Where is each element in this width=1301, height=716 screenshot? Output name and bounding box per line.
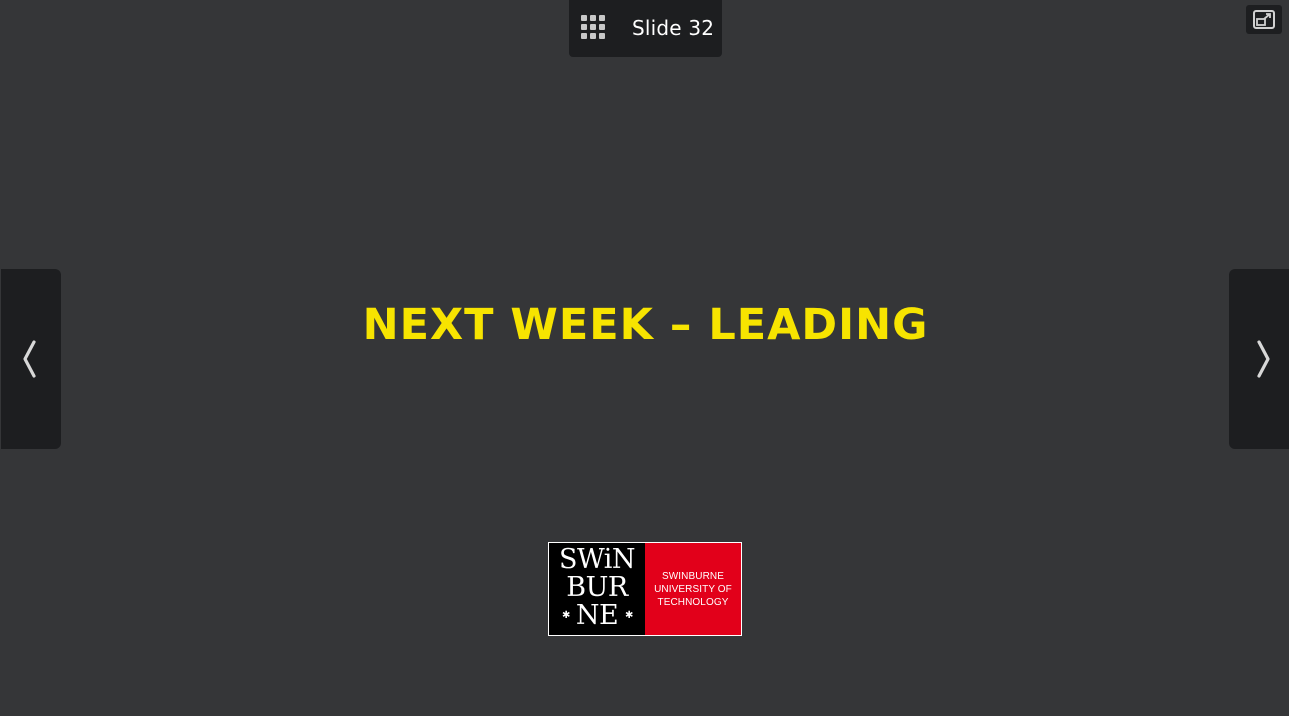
logo-wordmark: SWiN BUR NE ✱ ✱ — [549, 543, 645, 635]
previous-slide-button[interactable] — [1, 269, 61, 449]
right-edge — [1289, 0, 1301, 716]
popout-icon — [1253, 10, 1275, 29]
logo-text-line-1: SWINBURNE — [661, 570, 724, 582]
slide-number-label: Slide 32 — [632, 16, 715, 40]
logo-line-1: SWiN — [558, 544, 636, 575]
swinburne-logo: SWiN BUR NE ✱ ✱ SWINBURNE UNIVERSITY OF … — [548, 542, 742, 636]
logo-star-left-icon: ✱ — [562, 610, 571, 621]
slide-viewer: Slide 32 NEXT WEEK – LEADING SWiN BUR NE… — [0, 0, 1289, 716]
logo-text-line-2: UNIVERSITY OF — [654, 583, 732, 595]
next-slide-button[interactable] — [1229, 269, 1289, 449]
slide-navigator-button[interactable]: Slide 32 — [569, 0, 722, 57]
logo-line-2: BUR — [566, 572, 628, 603]
grid-icon — [581, 15, 605, 39]
slide-title: NEXT WEEK – LEADING — [362, 300, 929, 350]
logo-star-right-icon: ✱ — [625, 610, 634, 621]
popout-button[interactable] — [1246, 5, 1282, 34]
logo-text-line-3: TECHNOLOGY — [657, 596, 729, 608]
logo-text-panel: SWINBURNE UNIVERSITY OF TECHNOLOGY — [645, 543, 741, 635]
